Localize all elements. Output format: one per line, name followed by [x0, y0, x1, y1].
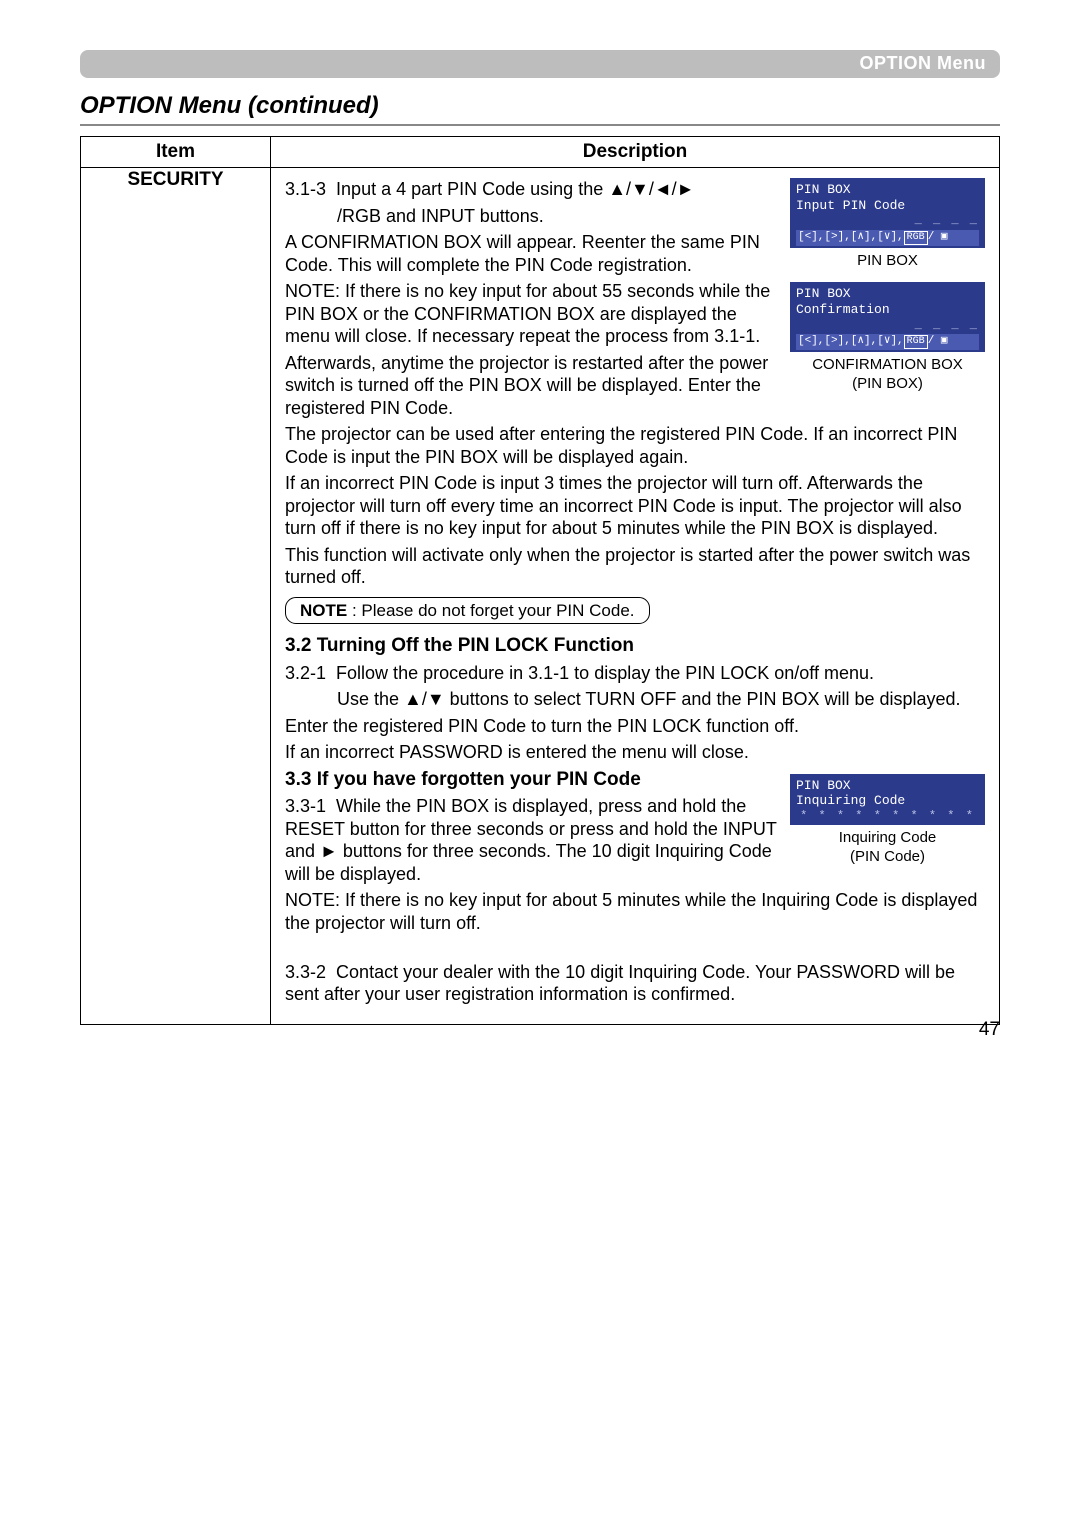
para-321: 3.2-1 Follow the procedure in 3.1-1 to d… — [285, 662, 985, 685]
confbox-caption-line2: (PIN BOX) — [852, 375, 923, 392]
arrow-icons: [<],[>],[∧],[∨], — [798, 231, 904, 243]
rgb-icon: RGB — [904, 231, 928, 245]
col-header-item: Item — [81, 137, 271, 168]
confbox-caption: CONFIRMATION BOX (PIN BOX) — [790, 354, 985, 406]
para-313-line1: Input a 4 part PIN Code using the ▲/▼/◄/… — [336, 179, 694, 199]
header-bar-label: OPTION Menu — [860, 53, 987, 74]
confbox-prompt: Confirmation — [796, 302, 979, 318]
para-after4: This function will activate only when th… — [285, 544, 985, 589]
inqbox-title: PIN BOX — [796, 778, 979, 794]
para-after3: If an incorrect PIN Code is input 3 time… — [285, 472, 985, 540]
arrow-icons: [<],[>],[∧],[∨], — [798, 335, 904, 347]
para-332-text: Contact your dealer with the 10 digit In… — [285, 962, 955, 1005]
section-title: OPTION Menu (continued) — [80, 92, 1000, 126]
rgb-icon: RGB — [904, 335, 928, 349]
confbox-title: PIN BOX — [796, 286, 979, 302]
inquiring-box: PIN BOX Inquiring Code * * * * * * * * *… — [790, 774, 985, 826]
pinbox-input: PIN BOX Input PIN Code _ _ _ _ [<],[>],[… — [790, 178, 985, 248]
pinbox-icons-row: [<],[>],[∧],[∨],RGB/ ▣ — [796, 230, 979, 246]
heading-32: 3.2 Turning Off the PIN LOCK Function — [285, 634, 985, 658]
para-313-num: 3.1-3 — [285, 179, 326, 199]
note-text: : Please do not forget your PIN Code. — [347, 601, 634, 620]
para-32d: If an incorrect PASSWORD is entered the … — [285, 741, 985, 764]
inqbox-caption-line2: (PIN Code) — [850, 848, 925, 865]
para-332-num: 3.3-2 — [285, 962, 326, 982]
pinbox-prompt: Input PIN Code — [796, 198, 979, 214]
confbox-digits: _ _ _ _ — [796, 318, 979, 332]
pinbox-caption: PIN BOX — [790, 250, 985, 283]
play-icon: / ▣ — [928, 231, 948, 243]
inquiring-figure: PIN BOX Inquiring Code * * * * * * * * *… — [790, 774, 985, 879]
pinbox-digits: _ _ _ _ — [796, 213, 979, 227]
inqbox-stars: * * * * * * * * * * — [796, 809, 979, 823]
inqbox-caption-line1: Inquiring Code — [839, 829, 937, 846]
col-header-description: Description — [271, 137, 1000, 168]
para-321-line1: Follow the procedure in 3.1-1 to display… — [336, 663, 874, 683]
para-321-line2: Use the ▲/▼ buttons to select TURN OFF a… — [285, 688, 985, 711]
para-321-num: 3.2-1 — [285, 663, 326, 683]
para-331-note: NOTE: If there is no key input for about… — [285, 889, 985, 934]
confbox-caption-line1: CONFIRMATION BOX — [812, 356, 963, 373]
para-331-text: While the PIN BOX is displayed, press an… — [285, 796, 777, 884]
pinbox-figure-group: PIN BOX Input PIN Code _ _ _ _ [<],[>],[… — [790, 178, 985, 405]
header-bar: OPTION Menu — [80, 50, 1000, 78]
page-number: 47 — [979, 1019, 1000, 1041]
para-32c: Enter the registered PIN Code to turn th… — [285, 715, 985, 738]
para-after2: The projector can be used after entering… — [285, 423, 985, 468]
pinbox-title: PIN BOX — [796, 182, 979, 198]
item-cell-security: SECURITY — [81, 168, 271, 1025]
inqbox-caption: Inquiring Code (PIN Code) — [790, 827, 985, 879]
confirmation-box: PIN BOX Confirmation _ _ _ _ [<],[>],[∧]… — [790, 282, 985, 352]
content-table: Item Description SECURITY PIN BOX Input … — [80, 136, 1000, 1025]
play-icon: / ▣ — [928, 335, 948, 347]
description-cell: PIN BOX Input PIN Code _ _ _ _ [<],[>],[… — [271, 168, 1000, 1025]
note-capsule: NOTE : Please do not forget your PIN Cod… — [285, 597, 650, 624]
inqbox-prompt: Inquiring Code — [796, 793, 979, 809]
confbox-icons-row: [<],[>],[∧],[∨],RGB/ ▣ — [796, 334, 979, 350]
para-332: 3.3-2 Contact your dealer with the 10 di… — [285, 961, 985, 1006]
note-label: NOTE — [300, 601, 347, 620]
para-331-num: 3.3-1 — [285, 796, 326, 816]
